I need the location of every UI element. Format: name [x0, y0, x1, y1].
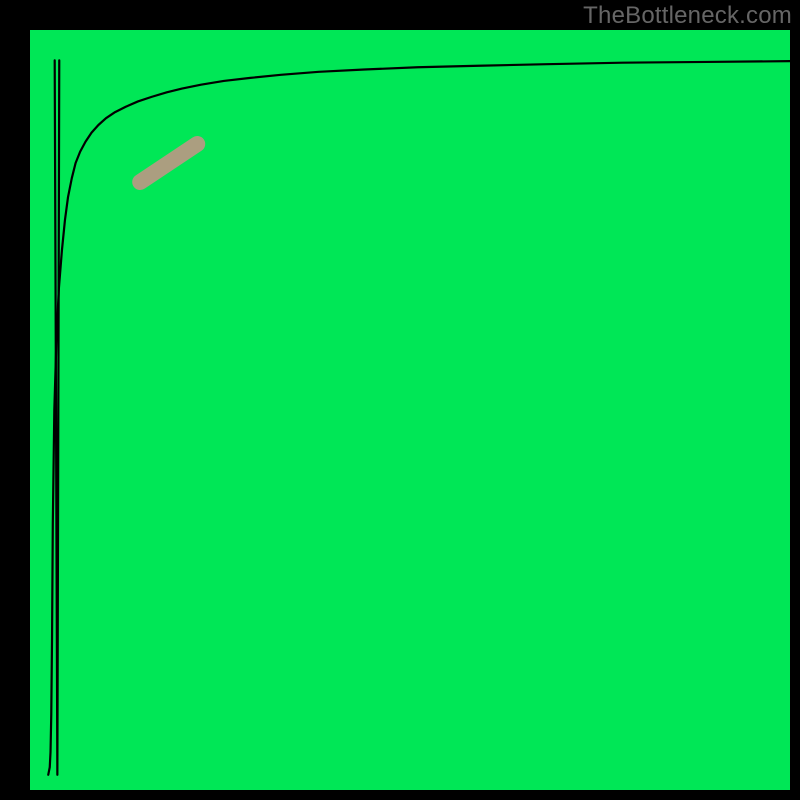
bottleneck-chart — [0, 0, 800, 800]
watermark-text: TheBottleneck.com — [583, 2, 792, 30]
plot-background — [30, 30, 790, 790]
chart-container: TheBottleneck.com — [0, 0, 800, 800]
